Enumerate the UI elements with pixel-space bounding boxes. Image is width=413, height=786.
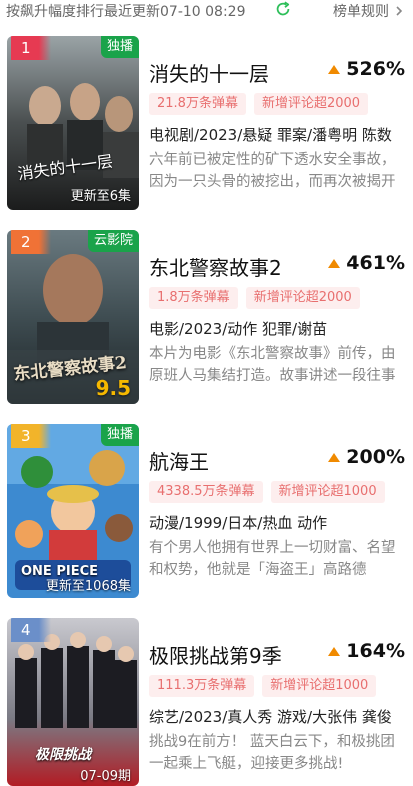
danmaku-badge: 4338.5万条弹幕 (149, 481, 263, 503)
episode-caption: 更新至1068集 (45, 579, 131, 594)
show-title[interactable]: 东北警察故事2 (149, 252, 282, 281)
up-triangle-icon (328, 646, 341, 656)
show-title[interactable]: 消失的十一层 (149, 58, 269, 87)
poster[interactable]: 1 独播 消失的十一层 更新至6集 (7, 36, 139, 210)
surge-delta: 461% (328, 252, 405, 274)
rank-badge: 1 (11, 36, 51, 60)
show-meta: 动漫/1999/日本/热血 动作 (149, 514, 328, 532)
poster[interactable]: 4 极限挑战 07-09期 (7, 618, 139, 786)
refresh-icon[interactable] (274, 0, 292, 18)
surge-delta: 164% (328, 640, 405, 662)
chevron-right-icon (396, 6, 403, 16)
rules-link[interactable]: 榜单规则 (333, 1, 405, 21)
rank-item[interactable]: 3 独播 ONE PIECE 更新至1068集 航海王 200% 4338.5万… (0, 424, 413, 604)
up-triangle-icon (328, 64, 341, 74)
badge-row: 1.8万条弹幕 新增评论超2000 (149, 287, 360, 309)
update-info: 按飙升幅度排行最近更新07-10 08:29 (6, 4, 246, 20)
danmaku-badge: 1.8万条弹幕 (149, 287, 238, 309)
show-description: 有个男人他拥有世界上一切财富、名望和权势，他就是「海盗王」高路德 (149, 540, 396, 578)
show-title[interactable]: 极限挑战第9季 (149, 640, 282, 669)
rank-item[interactable]: 1 独播 消失的十一层 更新至6集 消失的十一层 526% 21.8万条弹幕 新… (0, 36, 413, 216)
rank-badge: 4 (11, 618, 51, 642)
badge-row: 4338.5万条弹幕 新增评论超1000 (149, 481, 385, 503)
rank-badge: 2 (11, 230, 51, 254)
rank-item[interactable]: 2 云影院 东北警察故事2 9.5 东北警察故事2 461% 1.8万条弹幕 新… (0, 230, 413, 410)
exclusive-tag: 独播 (100, 36, 139, 58)
comment-badge: 新增评论超1000 (262, 675, 377, 697)
badge-row: 21.8万条弹幕 新增评论超2000 (149, 93, 369, 115)
poster[interactable]: 3 独播 ONE PIECE 更新至1068集 (7, 424, 139, 598)
show-description: 本片为电影《东北警察故事》前传，由原班人马集结打造。故事讲述一段往事 (149, 346, 396, 384)
show-title[interactable]: 航海王 (149, 446, 209, 475)
danmaku-badge: 111.3万条弹幕 (149, 675, 255, 697)
surge-delta: 526% (328, 58, 405, 80)
badge-row: 111.3万条弹幕 新增评论超1000 (149, 675, 377, 697)
poster[interactable]: 2 云影院 东北警察故事2 9.5 (7, 230, 139, 404)
danmaku-badge: 21.8万条弹幕 (149, 93, 246, 115)
up-triangle-icon (328, 452, 341, 462)
episode-caption: 07-09期 (80, 769, 131, 784)
show-description: 挑战9在前方！ 蓝天白云下，和极挑团一起乘上飞艇，迎接更多挑战! (149, 734, 395, 772)
show-meta: 综艺/2023/真人秀 游戏/大张伟 龚俊 (149, 708, 392, 726)
top-bar: 按飙升幅度排行最近更新07-10 08:29 榜单规则 (0, 0, 413, 22)
show-description: 六年前已被定性的矿下透水安全事故，因为一只头骨的被挖出，而再次被揭开 (149, 152, 396, 190)
exclusive-tag: 独播 (100, 424, 139, 446)
show-meta: 电视剧/2023/悬疑 罪案/潘粤明 陈数 (149, 126, 392, 144)
rules-label: 榜单规则 (333, 4, 389, 20)
poster-image (7, 36, 139, 210)
cinema-tag: 云影院 (87, 230, 139, 252)
rank-badge: 3 (11, 424, 51, 448)
surge-delta: 200% (328, 446, 405, 468)
comment-badge: 新增评论超1000 (270, 481, 385, 503)
comment-badge: 新增评论超2000 (253, 93, 369, 115)
episode-caption: 更新至6集 (70, 189, 131, 204)
show-meta: 电影/2023/动作 犯罪/谢苗 (149, 320, 328, 338)
up-triangle-icon (328, 258, 341, 268)
rank-item[interactable]: 4 极限挑战 07-09期 极限挑战第9季 164% 111.3万条弹幕 新增评… (0, 618, 413, 786)
comment-badge: 新增评论超2000 (245, 287, 360, 309)
poster-title: 极限挑战 (35, 747, 91, 763)
rating-score: 9.5 (95, 376, 131, 400)
